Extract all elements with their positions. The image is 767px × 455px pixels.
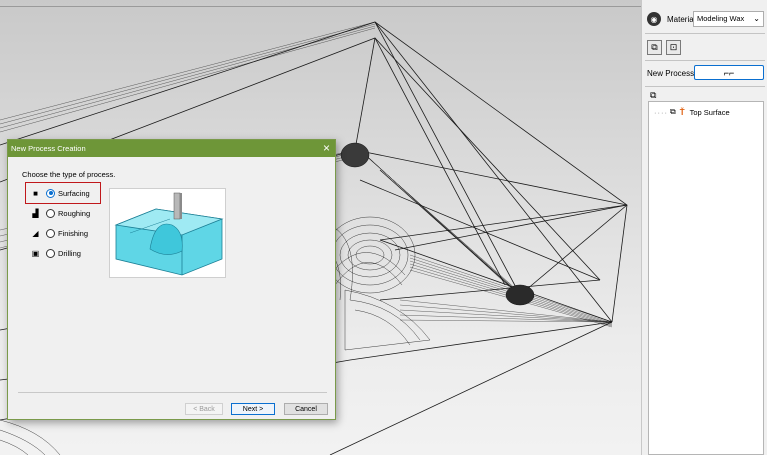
option-label: Roughing [58, 208, 91, 218]
target-button[interactable]: ⊡ [666, 40, 681, 55]
close-icon[interactable]: × [323, 141, 330, 155]
panel-divider [645, 33, 765, 34]
target-icon: ⊡ [669, 42, 678, 52]
roughing-icon: ▟ [32, 208, 39, 218]
material-value: Modeling Wax [697, 14, 745, 23]
new-process-label: New Process [647, 69, 695, 78]
tree-connector: ···· [654, 107, 668, 117]
dialog-title: New Process Creation [11, 144, 86, 153]
dialog-divider [18, 392, 327, 393]
process-preview-image [109, 188, 226, 278]
option-label: Finishing [58, 228, 89, 238]
option-label: Drilling [58, 248, 81, 258]
panel-divider [645, 86, 765, 87]
option-surfacing[interactable]: ■ Surfacing [31, 187, 90, 199]
process-side-panel: ◉ Material Modeling Wax ⌄ ⧉ ⊡ New Proces… [641, 0, 767, 455]
dialog-instruction: Choose the type of process. [22, 170, 116, 179]
chevron-down-icon: ⌄ [753, 14, 760, 23]
option-drilling[interactable]: ▣ Drilling [31, 247, 81, 259]
dialog-title-bar[interactable]: New Process Creation × [8, 140, 335, 157]
stock-box-icon: ⧉ [651, 42, 658, 52]
cancel-button[interactable]: Cancel [284, 403, 328, 415]
surfacing-illustration [114, 192, 224, 276]
radio-drilling[interactable] [46, 248, 55, 258]
tool-icon: Ť [679, 107, 685, 117]
new-process-button[interactable]: ⌐⌐ [694, 65, 764, 80]
process-list-icon[interactable]: ⧉ [650, 90, 656, 101]
process-tree[interactable]: ···· ⧉ Ť Top Surface [648, 101, 764, 455]
panel-divider [645, 60, 765, 61]
stock-box-icon: ⧉ [670, 107, 676, 116]
drilling-icon: ▣ [31, 248, 40, 258]
new-process-dialog: New Process Creation × Choose the type o… [7, 139, 336, 420]
material-row: ◉ Material [647, 11, 695, 27]
radio-finishing[interactable] [46, 228, 55, 238]
finishing-icon: ◢ [32, 228, 39, 238]
back-button[interactable]: < Back [185, 403, 223, 415]
stock-box-button[interactable]: ⧉ [647, 40, 662, 55]
option-roughing[interactable]: ▟ Roughing [31, 207, 90, 219]
radio-surfacing[interactable] [46, 188, 55, 198]
material-label: Material [667, 14, 696, 24]
toolpath-icon: ⌐⌐ [723, 67, 735, 78]
tree-item-label: Top Surface [689, 107, 730, 117]
option-finishing[interactable]: ◢ Finishing [31, 227, 88, 239]
surfacing-icon: ■ [33, 188, 38, 198]
next-button[interactable]: Next > [231, 403, 275, 415]
tree-item-top-surface[interactable]: ···· ⧉ Ť Top Surface [654, 107, 730, 117]
radio-roughing[interactable] [46, 208, 55, 218]
material-select[interactable]: Modeling Wax ⌄ [693, 11, 764, 27]
option-label: Surfacing [58, 188, 90, 198]
gauge-icon: ◉ [647, 12, 661, 26]
